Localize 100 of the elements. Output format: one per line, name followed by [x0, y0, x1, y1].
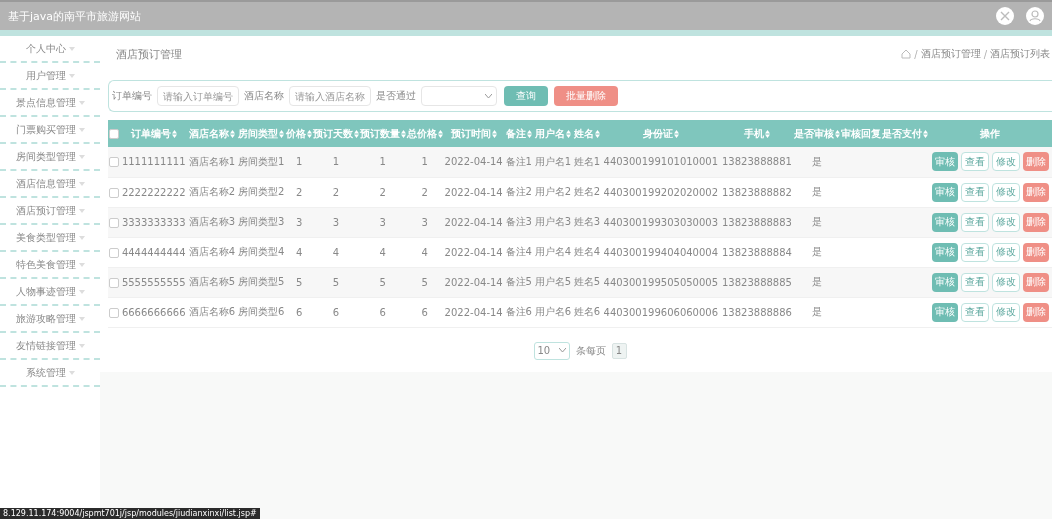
- edit-button[interactable]: 修改: [992, 302, 1020, 322]
- review-button[interactable]: 审核: [932, 182, 958, 202]
- page-title: 酒店预订管理: [115, 46, 182, 62]
- table-cell: 1: [359, 147, 407, 177]
- review-button[interactable]: 审核: [932, 242, 958, 262]
- review-button[interactable]: 审核: [932, 212, 958, 232]
- table-cell: 1: [285, 147, 313, 177]
- table-cell: 1: [406, 147, 443, 177]
- breadcrumb-link[interactable]: 酒店预订管理: [920, 47, 981, 61]
- view-button[interactable]: 查看: [961, 302, 989, 322]
- table-cell: 姓名3: [572, 207, 602, 237]
- user-icon[interactable]: [1026, 7, 1044, 25]
- table-cell: 备注6: [504, 297, 534, 327]
- column-header[interactable]: 身份证: [642, 126, 673, 141]
- table-cell: 酒店名称6: [187, 297, 237, 327]
- table-cell: 1: [312, 147, 360, 177]
- view-button[interactable]: 查看: [961, 212, 989, 232]
- table-cell: 备注3: [504, 207, 534, 237]
- edit-button[interactable]: 修改: [992, 152, 1020, 172]
- table-cell: 13823888881: [720, 147, 794, 177]
- status-url: 8.129.11.174:9004/jspmt701j/jsp/modules/jiudianxinxi/list.jsp#: [0, 508, 260, 519]
- delete-button[interactable]: 删除: [1023, 272, 1049, 292]
- edit-button[interactable]: 修改: [992, 212, 1020, 232]
- table-cell: 2022-04-14: [443, 177, 505, 207]
- table-cell: 酒店名称2: [187, 177, 237, 207]
- row-checkbox[interactable]: [109, 217, 120, 228]
- page-number[interactable]: 1: [611, 342, 627, 359]
- view-button[interactable]: 查看: [961, 182, 989, 202]
- sort-icon[interactable]: [764, 129, 770, 138]
- sort-icon[interactable]: [673, 129, 679, 138]
- view-button[interactable]: 查看: [961, 242, 989, 262]
- table-cell: 13823888882: [720, 177, 794, 207]
- sort-icon[interactable]: [171, 129, 177, 138]
- delete-button[interactable]: 删除: [1023, 182, 1049, 202]
- row-checkbox[interactable]: [109, 277, 120, 288]
- search-field[interactable]: 请输入酒店名称: [289, 86, 371, 106]
- row-checkbox[interactable]: [109, 247, 120, 258]
- edit-button[interactable]: 修改: [992, 242, 1020, 262]
- table-cell: 酒店名称3: [187, 207, 237, 237]
- caret-icon: [68, 46, 75, 51]
- table-cell: 5: [312, 267, 360, 297]
- caret-icon: [78, 289, 85, 294]
- table-cell: 姓名4: [572, 237, 602, 267]
- breadcrumb-link[interactable]: 酒店预订列表: [990, 47, 1050, 61]
- row-checkbox[interactable]: [109, 157, 120, 168]
- row-checkbox[interactable]: [109, 307, 120, 318]
- table-cell: 3: [359, 207, 407, 237]
- batch-delete-button[interactable]: 批量删除: [554, 86, 618, 106]
- table-cell: 用户名3: [533, 207, 573, 237]
- table-cell: 6: [312, 297, 360, 327]
- search-button[interactable]: 查询: [504, 86, 548, 106]
- table-cell: 用户名6: [533, 297, 573, 327]
- review-button[interactable]: 审核: [932, 152, 958, 172]
- table-cell: 4: [406, 237, 443, 267]
- caret-icon: [68, 370, 75, 375]
- caret-icon: [78, 127, 85, 132]
- table-cell: 酒店名称1: [187, 147, 237, 177]
- table-cell: 3333333333: [120, 207, 188, 237]
- delete-button[interactable]: 删除: [1023, 212, 1049, 232]
- caret-icon: [78, 154, 85, 159]
- table-cell: 是: [793, 297, 841, 327]
- table-cell: 4444444444: [120, 237, 188, 267]
- sort-icon[interactable]: [491, 129, 497, 138]
- table-cell: 用户名2: [533, 177, 573, 207]
- breadcrumb-separator: /: [914, 48, 918, 60]
- site-title: 基于java的南平市旅游网站: [8, 8, 142, 24]
- review-button[interactable]: 审核: [932, 272, 958, 292]
- home-icon[interactable]: [901, 49, 912, 59]
- breadcrumb-separator: /: [983, 48, 987, 60]
- edit-button[interactable]: 修改: [992, 272, 1020, 292]
- table-cell: 2222222222: [120, 177, 188, 207]
- row-checkbox[interactable]: [109, 187, 120, 198]
- table-cell: 用户名1: [533, 147, 573, 177]
- table-cell: 13823888883: [720, 207, 794, 237]
- table-cell: 姓名5: [572, 267, 602, 297]
- field-label: 是否通过: [376, 89, 416, 103]
- table-cell: 用户名4: [533, 237, 573, 267]
- table-cell: 2022-04-14: [443, 147, 505, 177]
- delete-button[interactable]: 删除: [1023, 302, 1049, 322]
- page-size-select[interactable]: 10: [533, 341, 570, 360]
- select-all-checkbox[interactable]: [109, 129, 120, 139]
- edit-button[interactable]: 修改: [992, 182, 1020, 202]
- delete-button[interactable]: 删除: [1023, 152, 1049, 172]
- column-header[interactable]: 手机: [743, 126, 764, 141]
- review-button[interactable]: 审核: [932, 302, 958, 322]
- table-cell: 4: [312, 237, 360, 267]
- search-field[interactable]: 请输入订单编号: [157, 86, 239, 106]
- view-button[interactable]: 查看: [961, 272, 989, 292]
- table-cell: 5: [406, 267, 443, 297]
- caret-icon: [78, 235, 85, 240]
- select-field[interactable]: [421, 86, 497, 106]
- table-cell: 姓名6: [572, 297, 602, 327]
- table-cell: 2022-04-14: [443, 267, 505, 297]
- delete-button[interactable]: 删除: [1023, 242, 1049, 262]
- table-cell: 房间类型6: [236, 297, 286, 327]
- table-cell: 6: [285, 297, 313, 327]
- table-cell: 440300199606060006: [601, 297, 721, 327]
- view-button[interactable]: 查看: [961, 152, 989, 172]
- column-header[interactable]: 操作: [980, 126, 1001, 141]
- table-cell: 备注2: [504, 177, 534, 207]
